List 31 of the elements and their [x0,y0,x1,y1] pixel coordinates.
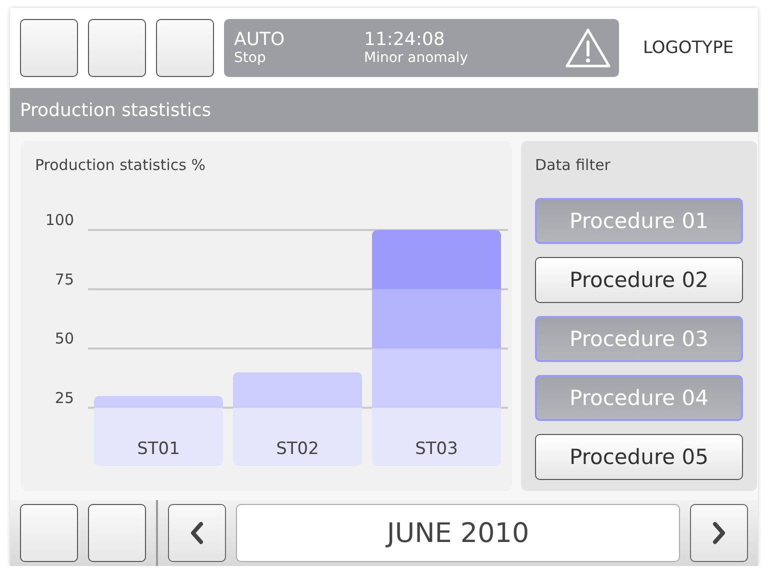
blank-button[interactable] [20,504,78,562]
panel-title: Data filter [534,155,610,176]
axis-label: 75 [54,270,74,288]
chevron-right-icon [712,521,726,545]
blank-button[interactable] [88,19,146,77]
page-title: Production stastistics [20,100,212,120]
state-text: Stop [234,50,267,66]
period-field: JUNE 2010 [236,504,680,562]
filter-button[interactable]: Procedure 03 [535,316,743,362]
axis-label: 100 [45,211,74,229]
message-text: Minor anomaly [364,50,470,66]
filter-button[interactable]: Procedure 02 [535,257,743,303]
previous-button[interactable] [168,504,226,562]
bar-label: ST02 [276,439,319,459]
warning-icon [565,28,611,68]
mode-text: AUTO [234,30,286,50]
logo-text: LOGOTYPE [643,38,734,58]
axis-label: 50 [54,330,74,348]
bar-label: ST03 [415,439,458,459]
filter-button[interactable]: Procedure 05 [535,434,743,480]
blank-button[interactable] [20,19,78,77]
blank-button[interactable] [156,19,214,77]
panel-title: Production statistics % [34,155,206,176]
chevron-left-icon [190,521,204,545]
filter-button[interactable]: Procedure 04 [535,375,743,421]
filter-button[interactable]: Procedure 01 [535,198,743,244]
axis-label: 25 [54,388,74,407]
blank-button[interactable] [88,504,146,562]
bar-label: ST01 [137,439,180,459]
next-button[interactable] [690,504,748,562]
time-text: 11:24:08 [364,30,446,50]
